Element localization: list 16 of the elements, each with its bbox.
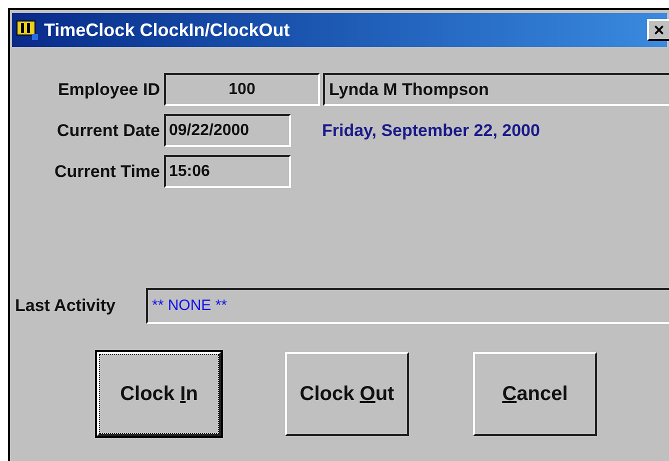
app-icon	[16, 19, 40, 41]
last-activity-field[interactable]: ** NONE **	[146, 288, 669, 324]
input-field[interactable]: 100	[164, 73, 320, 106]
date-text: Friday, September 22, 2000	[322, 120, 540, 142]
name-field[interactable]: Lynda M Thompson	[323, 73, 669, 106]
input-field[interactable]: 15:06	[164, 155, 291, 188]
action-button[interactable]: Cancel	[473, 352, 597, 436]
field-label: Current Date	[56, 120, 161, 142]
field-label: Current Time	[54, 160, 161, 183]
window-title: TimeClock ClockIn/ClockOut	[44, 18, 290, 42]
close-button[interactable]: ×	[647, 19, 669, 41]
field-label: Last Activity	[15, 295, 116, 318]
field-label: Employee ID	[56, 78, 161, 101]
action-button[interactable]: Clock In	[97, 352, 221, 436]
input-field[interactable]: 09/22/2000	[164, 114, 291, 147]
action-button[interactable]: Clock Out	[285, 352, 409, 436]
